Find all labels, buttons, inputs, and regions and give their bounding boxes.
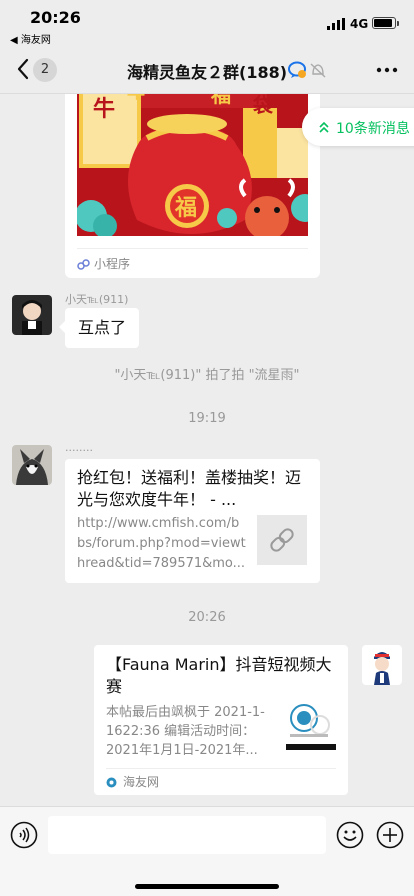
mini-program-label: 小程序	[94, 257, 131, 271]
poster-text-fu-center: 福	[174, 196, 197, 221]
group-status-icons	[288, 61, 326, 78]
sender-name: 小天℡(911)	[65, 293, 129, 306]
chat-message-list[interactable]: 牛 年 福 袋 福 小程序 10条新消息	[0, 94, 414, 806]
article-thumbnail	[284, 698, 336, 752]
article-source-footer: 海友网	[106, 768, 336, 789]
article-description: 本帖最后由飒枫于 2021-1-1622:36 编辑活动时间：2021年1月1日…	[106, 705, 265, 758]
link-description: http://www.cmfish.com/bbs/forum.php?mod=…	[77, 516, 246, 571]
mini-program-icon	[77, 259, 90, 270]
poster-text-ox: 牛	[93, 96, 115, 122]
link-title: 抢红包！送福利！盖楼抽奖！迈光与您欢度牛年！ - ...	[77, 468, 302, 509]
emoji-icon[interactable]	[336, 821, 364, 849]
message-input[interactable]	[48, 816, 326, 854]
status-bar: 20:26 ◀ 海友网 4G	[0, 0, 414, 46]
sender-name: ........	[65, 441, 93, 454]
battery-icon	[372, 17, 399, 29]
status-time: 20:26	[30, 8, 81, 27]
message-input-bar	[0, 806, 414, 896]
new-messages-button[interactable]: 10条新消息	[302, 108, 414, 146]
more-options-icon[interactable]	[375, 60, 399, 80]
avatar-sender-2[interactable]	[12, 445, 52, 485]
red-envelope-poster-image: 牛 年 福 袋 福	[77, 94, 308, 236]
poster-text-year: 年	[127, 94, 145, 103]
unread-count-badge[interactable]: 2	[33, 58, 57, 82]
back-to-app-link[interactable]: ◀ 海友网	[10, 31, 51, 46]
link-share-card[interactable]: 抢红包！送福利！盖楼抽奖！迈光与您欢度牛年！ - ... http://www.…	[65, 459, 320, 583]
avatar-self[interactable]	[362, 645, 402, 685]
chat-bubble-icon	[288, 61, 306, 78]
link-thumbnail	[257, 515, 307, 565]
home-indicator	[135, 884, 279, 889]
mute-bell-icon	[310, 63, 326, 78]
link-chain-icon	[270, 528, 294, 552]
signal-icon	[327, 18, 345, 30]
article-source-label: 海友网	[123, 775, 160, 789]
timestamp: 20:26	[188, 610, 226, 625]
poster-text-fu: 福	[210, 94, 231, 107]
timestamp: 19:19	[188, 411, 226, 426]
plus-more-icon[interactable]	[376, 821, 404, 849]
mini-program-footer: 小程序	[77, 248, 308, 271]
mini-program-card[interactable]: 牛 年 福 袋 福 小程序	[65, 94, 320, 278]
pat-system-message: "小天℡(911)" 拍了拍 "流星雨"	[114, 368, 300, 383]
double-chevron-up-icon	[319, 121, 329, 133]
chat-title: 海精灵鱼友２群(188)	[127, 63, 288, 82]
poster-text-bag: 袋	[252, 94, 274, 117]
text-message-bubble[interactable]: 互点了	[58, 308, 140, 348]
article-share-card[interactable]: 【Fauna Marin】抖音短视频大赛 本帖最后由飒枫于 2021-1-162…	[94, 645, 348, 795]
network-type: 4G	[350, 17, 369, 31]
voice-input-icon[interactable]	[10, 821, 38, 849]
article-title: 【Fauna Marin】抖音短视频大赛	[106, 655, 332, 696]
chat-header: 2 海精灵鱼友２群(188)	[0, 46, 414, 94]
new-messages-label: 10条新消息	[336, 121, 410, 137]
avatar-sender-1[interactable]	[12, 295, 52, 335]
site-logo-icon	[106, 777, 117, 788]
